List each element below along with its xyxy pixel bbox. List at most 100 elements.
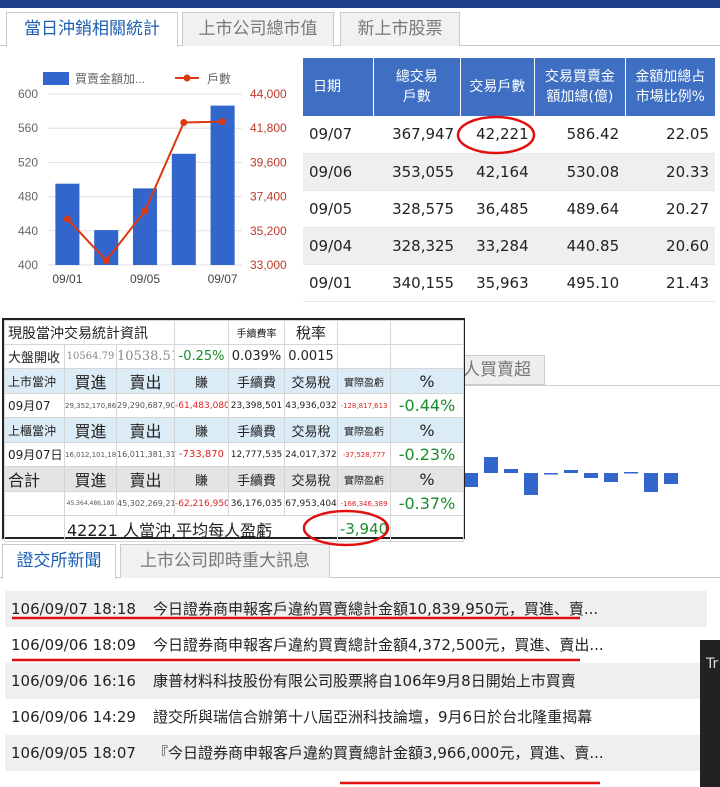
panel-title: 現股當沖交易統計資訊 [4, 320, 175, 345]
summary-count: 42221 [67, 520, 118, 540]
tab-market-cap[interactable]: 上市公司總市值 [182, 12, 334, 46]
left-axis-tick-label: 440 [18, 224, 38, 238]
news-title-link[interactable]: 康普材料科技股份有限公司股票將自106年9月8日開始上市買賣 [153, 663, 576, 699]
right-edge-text: Tr [706, 656, 719, 672]
col-tax: 交易稅 [284, 417, 338, 443]
otc-net: -37,528,777 [337, 442, 391, 467]
news-title-link[interactable]: 今日證券商申報客戶違約買賣總計金額4,372,500元，買進、賣出... [153, 627, 604, 663]
news-date: 106/09/07 18:18 [11, 600, 136, 618]
background-bar [544, 473, 558, 475]
index-close: 10538.51 [116, 344, 175, 369]
summary-value: -3,940 [337, 515, 391, 542]
table-header-text: 總交易 [395, 69, 438, 85]
background-bar [524, 473, 538, 495]
tab-exchange-news[interactable]: 證交所新聞 [2, 544, 116, 579]
listed-profit: -61,483,080 [174, 393, 229, 418]
news-title-link[interactable]: 今日證券商申報客戶違約買賣總計金額10,839,950元，買進、賣... [153, 591, 598, 627]
index-change: -0.25% [174, 344, 229, 369]
background-bar [624, 472, 638, 474]
table-cell: 495.10 [534, 264, 626, 302]
table-row: 09/07 367,947 42,221 586.42 22.05 [303, 116, 715, 154]
left-axis-tick-label: 600 [18, 87, 38, 101]
summary-text: 人當沖,平均每人盈虧 [123, 520, 273, 540]
line-point [63, 215, 71, 223]
otc-section-label: 上櫃當沖 [4, 417, 65, 443]
col-sell: 賣出 [116, 368, 175, 394]
background-bar [504, 469, 518, 473]
col-sell: 賣出 [116, 466, 175, 492]
otc-sell: 16,011,381,310 [116, 442, 175, 467]
empty-cell [390, 320, 464, 345]
tab-buy-sell[interactable]: 人買賣超 [460, 355, 545, 385]
table-header-text: 日期 [313, 79, 341, 95]
background-bar-chart [464, 457, 678, 495]
table-cell: 09/07 [303, 116, 374, 154]
table-header-row: 日期 總交易 戶數 交易戶數 交易買賣金 額加總(億) 金額加總占 市場比例% [303, 58, 715, 116]
news-item[interactable]: 106/09/06 18:09 今日證券商申報客戶違約買賣總計金額4,372,50… [5, 627, 707, 663]
news-title-link[interactable]: 『今日證券商申報客戶違約買賣總計金額3,966,000元，買進、賣... [153, 735, 604, 771]
col-buy: 買進 [64, 466, 117, 492]
table-header-cell: 總交易 戶數 [372, 58, 461, 116]
tab-daytrade-stats[interactable]: 當日沖銷相關統計 [6, 12, 178, 47]
table-header-text: 戶數 [402, 89, 431, 105]
left-axis-tick-label: 560 [18, 121, 38, 135]
legend-bar-swatch [43, 72, 69, 85]
table-header-cell: 交易戶數 [459, 58, 535, 116]
table-cell: 35,963 [460, 264, 535, 302]
line-point [102, 257, 110, 265]
col-net: 實際盈虧 [337, 417, 391, 443]
fee-rate-value: 0.039% [228, 344, 285, 369]
table-cell: 22.05 [625, 116, 715, 154]
news-item[interactable]: 106/09/07 18:18 今日證券商申報客戶違約買賣總計金額10,839,9… [5, 591, 707, 627]
index-open: 10564.79 [64, 344, 117, 369]
listed-tax: 43,936,032 [284, 393, 338, 418]
table-cell: 20.60 [625, 227, 715, 265]
table-header-cell: 交易買賣金 額加總(億) [534, 58, 626, 116]
background-bar [584, 473, 598, 478]
news-item[interactable]: 106/09/05 18:07 『今日證券商申報客戶違約買賣總計金額3,966,0… [5, 735, 707, 771]
col-fee: 手續費 [228, 368, 285, 394]
col-tax: 交易稅 [284, 368, 338, 394]
table-cell: 09/01 [303, 264, 374, 302]
background-panel: 人買賣超 [460, 355, 720, 525]
total-section-label: 合計 [4, 466, 65, 492]
table-body: 09/07 367,947 42,221 586.42 22.05 09/06 353,05… [303, 116, 715, 302]
col-pct: % [390, 368, 464, 394]
summary-line: 42221 人當沖,平均每人盈虧 [64, 515, 338, 542]
news-list: 106/09/07 18:18 今日證券商申報客戶違約買賣總計金額10,839,9… [5, 591, 707, 771]
listed-date: 09月07 [4, 393, 65, 418]
daytrade-summary-panel: 現股當沖交易統計資訊 手續費率 稅率 大盤開收 10564.79 10538.5… [2, 318, 465, 542]
col-buy: 買進 [64, 368, 117, 394]
empty-cell [4, 515, 65, 542]
table-cell: 20.27 [625, 190, 715, 228]
col-pct: % [390, 417, 464, 443]
x-axis-tick-label: 09/01 [52, 272, 82, 286]
news-item[interactable]: 106/09/06 16:16 康普材料科技股份有限公司股票將自106年9月8日開… [5, 663, 707, 699]
news-tabs: 證交所新聞 上市公司即時重大訊息 [0, 540, 720, 579]
legend-line-dot [183, 74, 191, 82]
tab-company-announcements[interactable]: 上市公司即時重大訊息 [120, 544, 330, 578]
empty-cell [174, 320, 229, 345]
news-date: 106/09/06 18:09 [11, 636, 136, 654]
col-net: 實際盈虧 [337, 368, 391, 394]
otc-date: 09月07日 [4, 442, 65, 467]
background-bar [604, 473, 618, 482]
table-header-text: 交易戶數 [469, 79, 526, 95]
empty-cell [4, 491, 65, 516]
table-cell: 353,055 [373, 153, 461, 191]
table-row: 09/05 328,575 36,485 489.64 20.27 [303, 190, 715, 228]
background-bar [664, 473, 678, 484]
background-bar [564, 470, 578, 473]
table-header-text: 額加總(億) [546, 89, 614, 105]
daytrade-stats-table: 日期 總交易 戶數 交易戶數 交易買賣金 額加總(億) 金額加總占 市場比例% 09/07 36… [303, 58, 715, 302]
stats-tabs: 當日沖銷相關統計 上市公司總市值 新上市股票 [0, 8, 720, 47]
news-item[interactable]: 106/09/06 14:29 證交所與瑞信合辦第十八屆亞洲科技論壇，9月6日於台… [5, 699, 707, 735]
otc-tax: 24,017,372 [284, 442, 338, 467]
empty-cell [337, 320, 391, 345]
fee-rate-label: 手續費率 [228, 320, 285, 345]
tab-new-listings[interactable]: 新上市股票 [340, 12, 460, 46]
otc-profit: -733,870 [174, 442, 229, 467]
table-header-text: 金額加總占 [635, 69, 706, 85]
news-title-link[interactable]: 證交所與瑞信合辦第十八屆亞洲科技論壇，9月6日於台北隆重揭幕 [153, 699, 592, 735]
news-date: 106/09/05 18:07 [11, 744, 136, 762]
